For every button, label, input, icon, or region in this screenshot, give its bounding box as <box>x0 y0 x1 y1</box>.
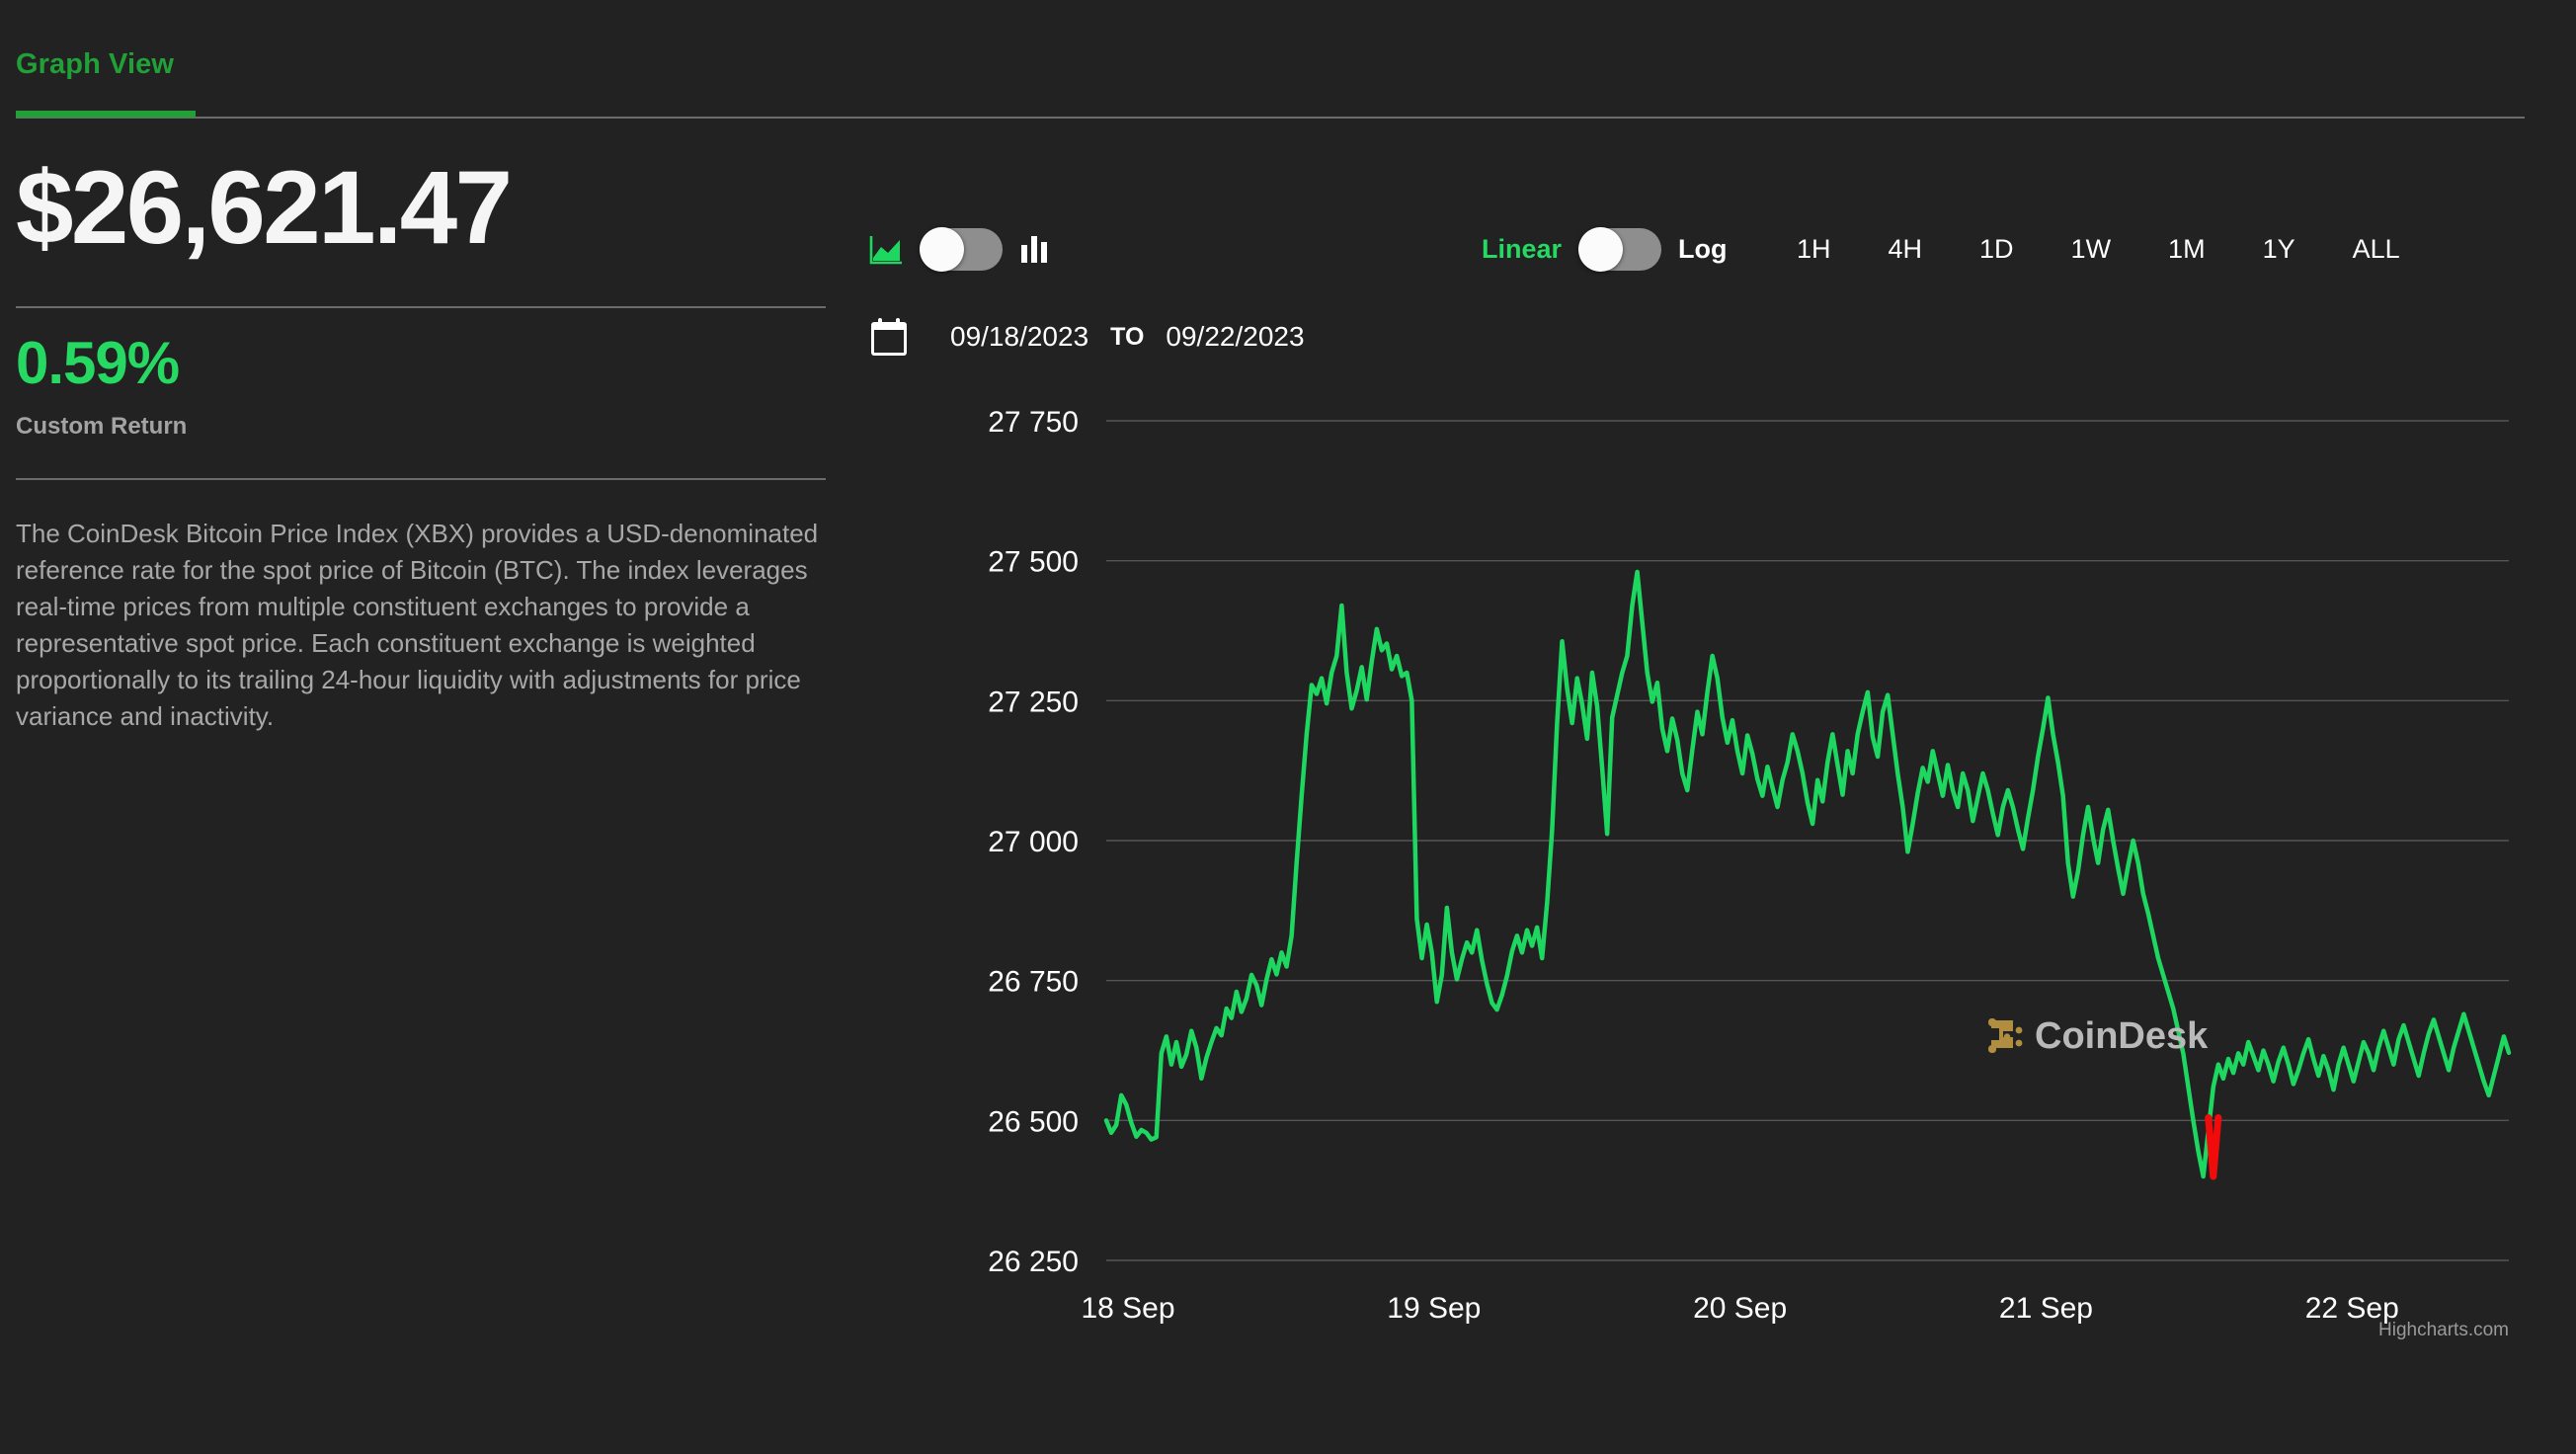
tab-active-underline <box>16 111 196 118</box>
summary-panel: $26,621.47 0.59% Custom Return The CoinD… <box>0 122 849 1454</box>
scale-switch[interactable] <box>1578 226 1662 272</box>
tab-graph-view-label: Graph View <box>16 48 175 80</box>
scale-switch-knob <box>1578 226 1624 272</box>
y-axis-tick-label: 27 250 <box>988 686 1079 718</box>
range-button-4h[interactable]: 4H <box>1860 227 1952 271</box>
range-button-1m[interactable]: 1M <box>2139 227 2234 271</box>
tab-graph-view[interactable]: Graph View <box>16 47 174 105</box>
y-axis-tick-label: 26 250 <box>988 1246 1079 1278</box>
y-axis-tick-label: 26 500 <box>988 1105 1079 1138</box>
graph-view-page: Graph View $26,621.47 0.59% Custom Retur… <box>0 0 2576 1454</box>
chart-panel: Linear Log 1H 4H 1D 1W 1M 1Y ALL 09/18/2… <box>869 122 2576 1454</box>
x-axis-tick-label: 20 Sep <box>1693 1292 1787 1325</box>
y-axis-tick-label: 27 500 <box>988 546 1079 579</box>
date-from-value[interactable]: 09/18/2023 <box>950 321 1088 353</box>
chart-gridlines <box>1106 420 2509 1261</box>
header-divider <box>16 117 2525 119</box>
chart-type-switch-knob <box>920 226 964 272</box>
date-to-value[interactable]: 09/22/2023 <box>1166 321 1304 353</box>
tab-bar: Graph View <box>0 0 2576 122</box>
calendar-icon[interactable] <box>869 317 950 358</box>
price-line-series <box>1103 569 2512 1179</box>
price-value: $26,621.47 <box>16 150 513 266</box>
coindesk-watermark: CoinDesk <box>1988 1015 2209 1057</box>
change-label: Custom Return <box>16 413 188 440</box>
date-range-separator: TO <box>1110 323 1145 351</box>
low-marker <box>2205 1114 2222 1180</box>
chart-type-toggle-group <box>869 219 1049 279</box>
y-axis-tick-label: 27 750 <box>988 406 1079 439</box>
range-button-1y[interactable]: 1Y <box>2234 227 2324 271</box>
scale-toggle-group: Linear Log <box>1482 219 1728 279</box>
x-axis-tick-label: 18 Sep <box>1081 1292 1174 1325</box>
bar-chart-icon[interactable] <box>1019 233 1049 266</box>
price-chart[interactable]: 27 750 27 500 27 250 27 000 26 750 26 500 26 2… <box>869 391 2538 1379</box>
svg-text:CoinDesk: CoinDesk <box>2035 1015 2209 1057</box>
summary-divider-top <box>16 306 826 308</box>
y-axis-tick-label: 26 750 <box>988 966 1079 999</box>
range-button-all[interactable]: ALL <box>2324 227 2429 271</box>
date-range-row: 09/18/2023 TO 09/22/2023 <box>869 310 1305 364</box>
x-axis-tick-label: 21 Sep <box>1999 1292 2093 1325</box>
summary-divider-bottom <box>16 478 826 480</box>
area-chart-icon[interactable] <box>869 234 903 265</box>
chart-x-axis-labels: 18 Sep 19 Sep 20 Sep 21 Sep 22 Sep <box>1081 1292 2398 1325</box>
range-button-1w[interactable]: 1W <box>2043 227 2140 271</box>
highcharts-credit: Highcharts.com <box>2378 1320 2509 1340</box>
range-button-1d[interactable]: 1D <box>1951 227 2043 271</box>
y-axis-tick-label: 27 000 <box>988 826 1079 858</box>
change-percent: 0.59% <box>16 330 180 396</box>
coindesk-logo-mark <box>1988 1018 2023 1053</box>
chart-type-switch[interactable] <box>920 226 1003 272</box>
x-axis-tick-label: 19 Sep <box>1387 1292 1481 1325</box>
range-button-group: 1H 4H 1D 1W 1M 1Y ALL <box>1768 219 2429 279</box>
chart-controls: Linear Log 1H 4H 1D 1W 1M 1Y ALL <box>869 219 2538 288</box>
chart-y-axis-labels: 27 750 27 500 27 250 27 000 26 750 26 500 26 2… <box>988 406 1079 1278</box>
scale-linear-label[interactable]: Linear <box>1482 234 1562 264</box>
index-description: The CoinDesk Bitcoin Price Index (XBX) p… <box>16 519 819 731</box>
range-button-1h[interactable]: 1H <box>1768 227 1860 271</box>
scale-log-label[interactable]: Log <box>1678 234 1727 264</box>
